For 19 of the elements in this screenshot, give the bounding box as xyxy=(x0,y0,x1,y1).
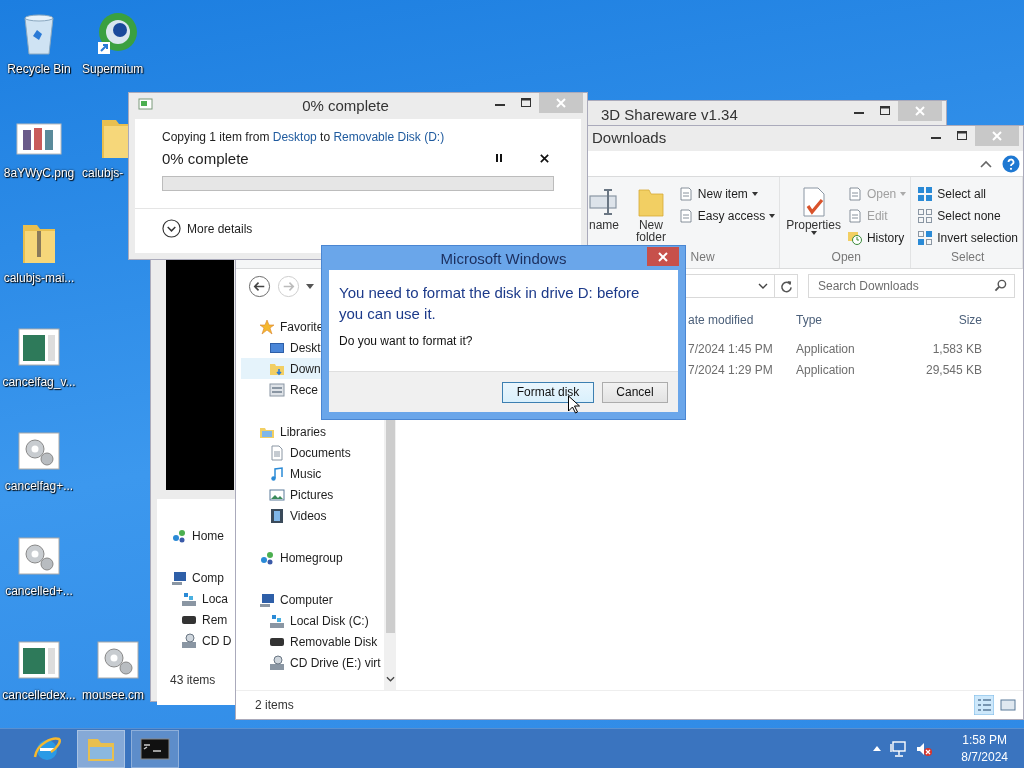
table-cell-text: 7/2024 1:29 PM xyxy=(688,362,774,377)
table-cell-text: 1,583 KB xyxy=(931,341,982,356)
window-title: 3D Shareware v1.34 xyxy=(600,105,739,123)
window-title: Downloads xyxy=(592,129,667,148)
table-cell-text: Application xyxy=(796,362,856,377)
question-text: Do you want to format it? xyxy=(339,334,474,348)
table-cell-text: 7/2024 1:45 PM xyxy=(688,341,774,356)
status-text: 2 items xyxy=(255,698,294,712)
ribbon-group-label: New xyxy=(690,250,715,264)
instruction-text: You need to format the disk in drive D: before you can use it. xyxy=(339,283,641,324)
ribbon-group-label: Select xyxy=(950,250,985,264)
status-text: 43 items xyxy=(170,673,216,687)
copy-status-text: Copying 1 item from Desktop to Removable Disk (D:) xyxy=(162,130,446,144)
window-title: 0% complete xyxy=(301,96,390,114)
ribbon-group-label: Open xyxy=(831,250,861,264)
progress-text: 0% complete xyxy=(162,149,250,167)
table-cell-text: 29,545 KB xyxy=(924,362,982,377)
table-cell-text: Application xyxy=(796,341,856,356)
window-title: Microsoft Windows xyxy=(440,249,567,267)
